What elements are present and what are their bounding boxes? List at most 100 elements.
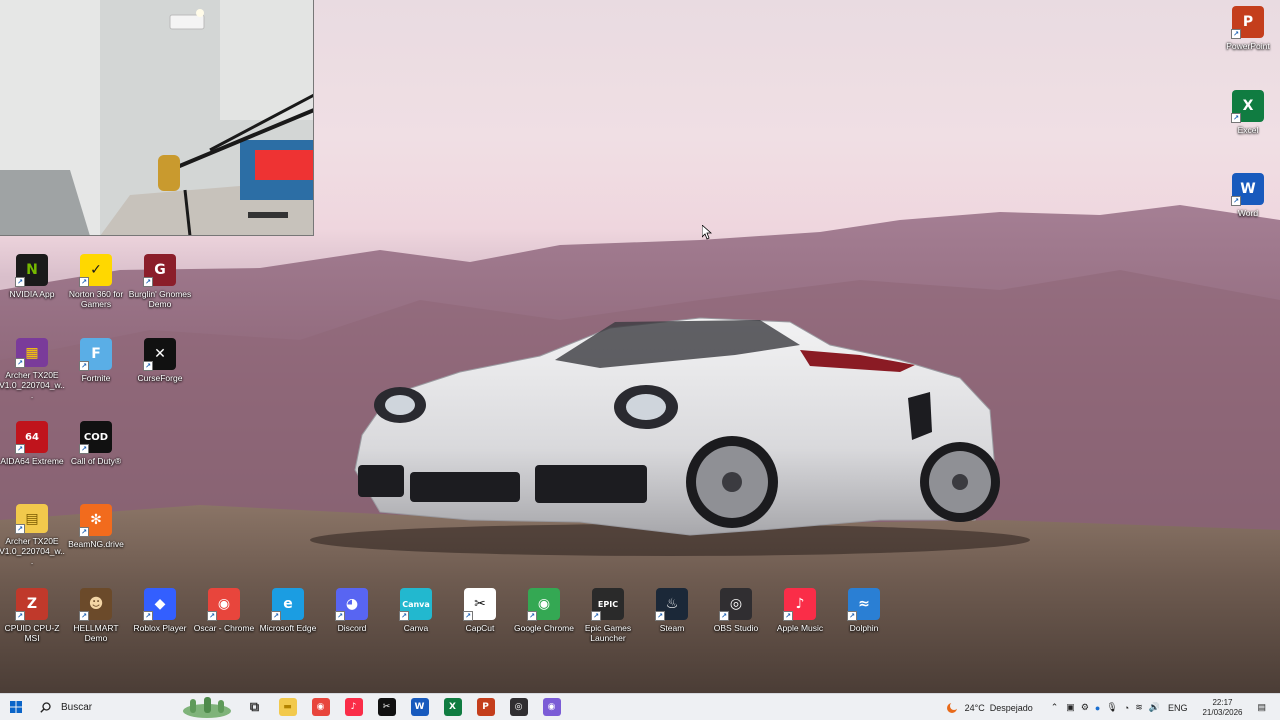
icon-glyph: ♨	[665, 596, 679, 612]
desktop-icon-google-chrome[interactable]: ◉ ↗ Google Chrome	[512, 588, 576, 650]
icon-glyph: ✕	[154, 346, 166, 362]
taskbar-powerpoint-button[interactable]: P	[469, 694, 502, 720]
desktop-icon-archer-tx20e-v1-0-220704-w[interactable]: ▤ ↗ Archer TX20E V1.0_220704_w...	[0, 504, 65, 566]
desktop-icon-cpuid-cpu-z-msi[interactable]: Z ↗ CPUID CPU-Z MSI	[0, 588, 64, 650]
taskbar-word-button[interactable]: W	[403, 694, 436, 720]
chevron-up-icon[interactable]: ⌃	[1051, 702, 1059, 713]
tray-app-icon[interactable]: ●	[1095, 703, 1100, 713]
desktop-icon-excel[interactable]: X ↗ Excel	[1216, 90, 1280, 152]
shortcut-arrow-icon: ↗	[79, 611, 89, 621]
icon-glyph: P	[1242, 14, 1254, 30]
taskbar-capcut-button[interactable]: ✂	[370, 694, 403, 720]
taskbar-file-explorer-button[interactable]: ▬	[271, 694, 304, 720]
desktop-icon-label: Epic Games Launcher	[584, 623, 632, 643]
desktop-icon-fortnite[interactable]: F ↗ Fortnite	[64, 338, 128, 400]
icon-glyph: ◉	[537, 596, 551, 612]
desktop-icon-label: HELLMART Demo	[73, 623, 119, 643]
powerpoint-icon: P	[476, 698, 495, 716]
mouse-cursor-icon	[702, 225, 712, 240]
desktop-icon-word[interactable]: W ↗ Word	[1216, 173, 1280, 235]
clock-date: 21/03/2026	[1202, 707, 1243, 717]
clock[interactable]: 22:17 21/03/2026	[1193, 698, 1251, 718]
desktop-icon-discord[interactable]: ◕ ↗ Discord	[320, 588, 384, 650]
icon-glyph: ◆	[154, 596, 166, 612]
taskbar-chrome-button[interactable]: ◉	[304, 694, 337, 720]
shortcut-arrow-icon: ↗	[207, 611, 217, 621]
icon-glyph: F	[91, 346, 101, 362]
desktop-icon-roblox-player[interactable]: ◆ ↗ Roblox Player	[128, 588, 192, 650]
taskbar-oscar-chrome-button[interactable]: ◉	[535, 694, 568, 720]
excel-icon: X ↗	[1231, 90, 1264, 123]
weather-widget[interactable]: 24°C Despejado	[945, 701, 1033, 715]
desktop-icon-hellmart-demo[interactable]: ☻ ↗ HELLMART Demo	[64, 588, 128, 650]
icon-glyph: ☻	[88, 596, 104, 612]
taskbar-excel-button[interactable]: X	[436, 694, 469, 720]
desktop-icon-burglin-gnomes-demo[interactable]: G ↗ Burglin' Gnomes Demo	[128, 254, 192, 316]
desktop-icon-obs-studio[interactable]: ◎ ↗ OBS Studio	[704, 588, 768, 650]
desktop-icon-beamng-drive[interactable]: ✻ ↗ BeamNG.drive	[64, 504, 128, 566]
icon-glyph: ♪	[795, 596, 805, 612]
desktop-icon-capcut[interactable]: ✂ ↗ CapCut	[448, 588, 512, 650]
desktop-icon-label: Burglin' Gnomes Demo	[128, 289, 192, 309]
shortcut-arrow-icon: ↗	[847, 611, 857, 621]
weather-moon-icon	[946, 701, 958, 713]
language-indicator[interactable]: ENG	[1168, 703, 1188, 713]
volume-icon[interactable]: 🔊	[1149, 702, 1160, 713]
epic-games-launcher-icon: EPIC ↗	[591, 588, 624, 621]
desktop-icon-norton-360-for-gamers[interactable]: ✓ ↗ Norton 360 for Gamers	[64, 254, 128, 316]
desktop-icon-apple-music[interactable]: ♪ ↗ Apple Music	[768, 588, 832, 650]
icon-glyph: EPIC	[597, 599, 619, 609]
shortcut-arrow-icon: ↗	[591, 611, 601, 621]
taskbar-task-view-button[interactable]: ⧉	[238, 694, 271, 720]
capcut-icon: ✂	[377, 698, 396, 716]
desktop-icon-epic-games-launcher[interactable]: EPIC ↗ Epic Games Launcher	[576, 588, 640, 650]
start-button[interactable]	[0, 694, 32, 720]
icon-glyph: Canva	[402, 599, 430, 609]
desktop-icon-canva[interactable]: Canva ↗ Canva	[384, 588, 448, 650]
icon-glyph: X	[1242, 98, 1254, 114]
desktop-icon-dolphin[interactable]: ≈ ↗ Dolphin	[832, 588, 896, 650]
notification-icon[interactable]: ▤	[1257, 702, 1266, 713]
shortcut-arrow-icon: ↗	[719, 611, 729, 621]
desktop-icon-curseforge[interactable]: ✕ ↗ CurseForge	[128, 338, 192, 400]
word-icon: W	[410, 698, 429, 716]
icon-glyph: e	[283, 596, 293, 612]
desktop-icon-label: NVIDIA App	[9, 289, 55, 299]
icon-glyph: 64	[25, 431, 39, 443]
taskbar-apple-music-button[interactable]: ♪	[337, 694, 370, 720]
tray-app-icon[interactable]: ⚙	[1081, 702, 1089, 713]
shortcut-arrow-icon: ↗	[783, 611, 793, 621]
shortcut-arrow-icon: ↗	[15, 524, 25, 534]
desktop-icon-aida64-extreme[interactable]: 64 ↗ AIDA64 Extreme	[0, 421, 64, 483]
desktop-icon-label: CapCut	[465, 623, 495, 633]
discord-icon: ◕ ↗	[335, 588, 368, 621]
search-box[interactable]: Buscar	[32, 694, 231, 720]
microphone-icon[interactable]: 🎙	[1106, 702, 1117, 713]
desktop-icon-nvidia-app[interactable]: N ↗ NVIDIA App	[0, 254, 64, 316]
search-highlight-image	[183, 696, 231, 718]
desktop-icon-label: Call of Duty®	[70, 456, 122, 466]
shortcut-arrow-icon: ↗	[1231, 113, 1241, 123]
desktop-icon-label: Microsoft Edge	[259, 623, 317, 633]
desktop-icon-steam[interactable]: ♨ ↗ Steam	[640, 588, 704, 650]
norton-360-for-gamers-icon: ✓ ↗	[79, 254, 112, 287]
desktop-icon-call-of-duty[interactable]: COD ↗ Call of Duty®	[64, 421, 128, 483]
icon-glyph: G	[154, 262, 166, 278]
desktop-icon-microsoft-edge[interactable]: e ↗ Microsoft Edge	[256, 588, 320, 650]
icon-glyph: Z	[26, 596, 38, 612]
google-chrome-icon: ◉ ↗	[527, 588, 560, 621]
oscar-chrome-icon: ◉ ↗	[207, 588, 240, 621]
canva-icon: Canva ↗	[399, 588, 432, 621]
wifi-icon[interactable]: ≋	[1135, 702, 1143, 713]
network-icon[interactable]: ◔	[1124, 703, 1129, 713]
desktop[interactable]: N ↗ NVIDIA App ✓ ↗ Norton 360 for Gamers G ↗ Bur…	[0, 0, 1280, 693]
desktop-icon-archer-tx20e-v1-0-220704-w[interactable]: ▦ ↗ Archer TX20E V1.0_220704_w...	[0, 338, 65, 400]
desktop-icon-oscar-chrome[interactable]: ◉ ↗ Oscar - Chrome	[192, 588, 256, 650]
desktop-icon-powerpoint[interactable]: P ↗ PowerPoint	[1216, 6, 1280, 68]
capcut-icon: ✂ ↗	[463, 588, 496, 621]
dolphin-icon: ≈ ↗	[847, 588, 880, 621]
webcam-feed-image	[0, 0, 313, 235]
desktop-icon-label: CPUID CPU-Z MSI	[4, 623, 60, 643]
taskbar-obs-studio-button[interactable]: ◎	[502, 694, 535, 720]
tray-app-icon[interactable]: ▣	[1066, 702, 1075, 713]
